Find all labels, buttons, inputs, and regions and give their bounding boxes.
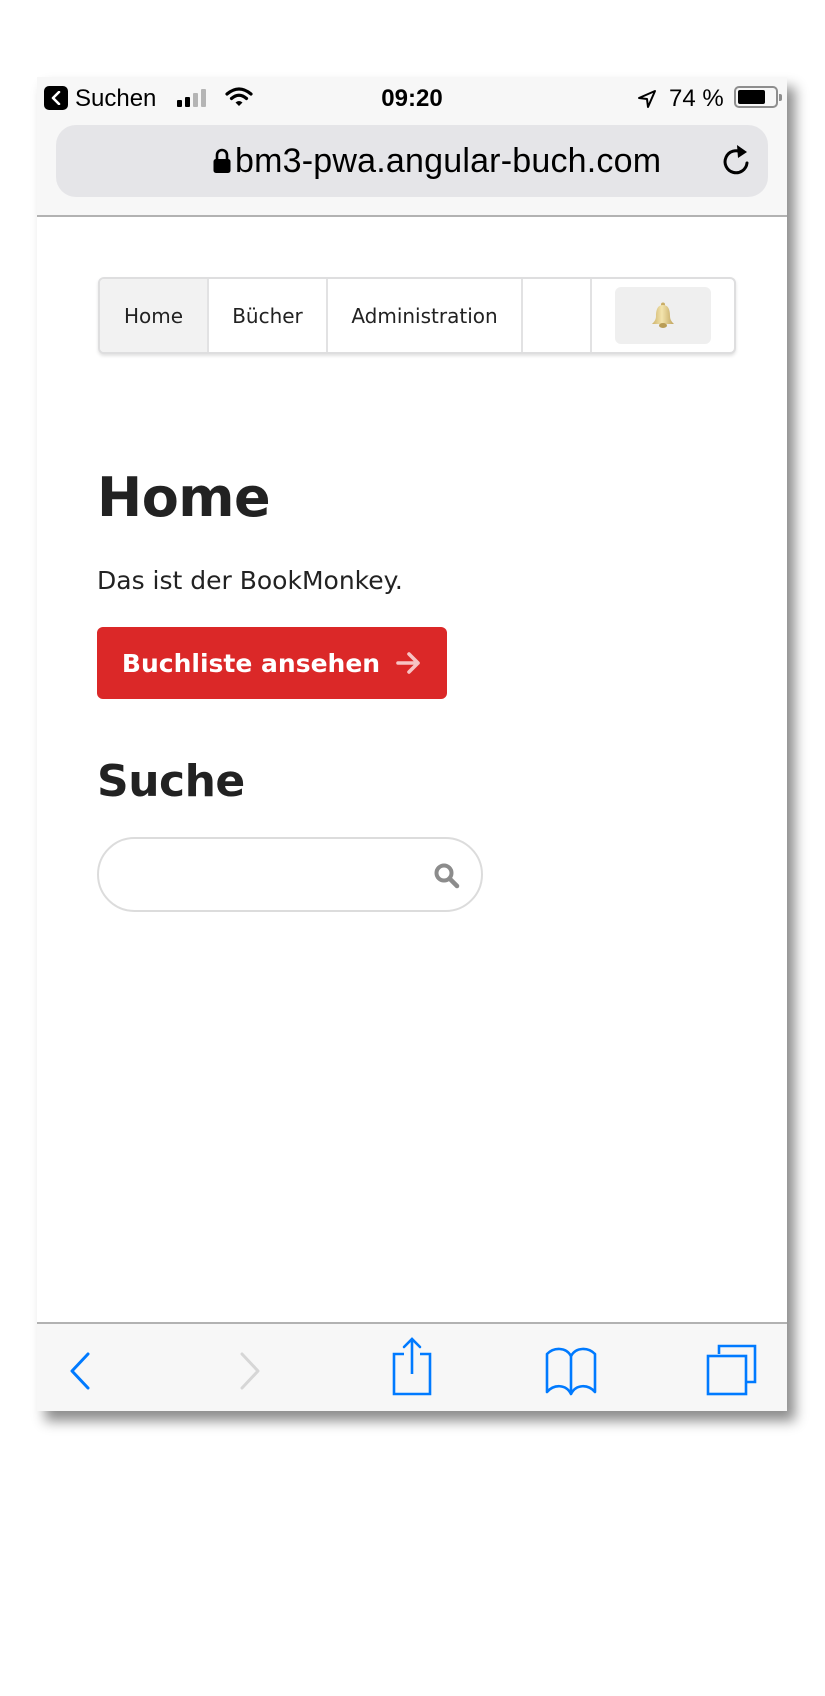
battery-level-fill bbox=[738, 90, 765, 104]
nav-item-books[interactable]: Bücher bbox=[209, 279, 328, 352]
lock-icon bbox=[213, 148, 231, 173]
search-input[interactable] bbox=[123, 849, 423, 901]
share-icon bbox=[392, 1337, 432, 1396]
battery-icon bbox=[734, 86, 782, 108]
tabs-button[interactable] bbox=[705, 1343, 759, 1397]
view-booklist-button[interactable]: Buchliste ansehen bbox=[97, 627, 447, 699]
chevron-right-icon bbox=[240, 1352, 260, 1390]
url-text[interactable]: bm3-pwa.angular-buch.com bbox=[235, 142, 661, 181]
nav-item-empty[interactable] bbox=[523, 279, 592, 352]
main-menu: Home Bücher Administration bbox=[98, 277, 736, 354]
location-arrow-icon bbox=[638, 90, 656, 108]
battery-nub bbox=[779, 94, 782, 101]
chevron-left-icon bbox=[70, 1352, 90, 1390]
reload-icon[interactable] bbox=[720, 143, 752, 179]
page-title: Home bbox=[97, 466, 271, 529]
browser-toolbar bbox=[37, 1322, 787, 1411]
nav-item-home[interactable]: Home bbox=[100, 279, 209, 352]
forward-button[interactable] bbox=[238, 1352, 262, 1390]
bell-icon bbox=[652, 302, 674, 328]
battery-percentage: 74 % bbox=[669, 85, 724, 112]
back-button[interactable] bbox=[68, 1352, 92, 1390]
search-heading: Suche bbox=[97, 756, 245, 807]
book-icon bbox=[545, 1347, 597, 1396]
status-bar: Suchen 09:20 74 % bbox=[37, 77, 787, 117]
arrow-right-icon bbox=[396, 652, 420, 674]
page-content: Home Bücher Administration Home Das ist … bbox=[37, 219, 787, 1322]
search-field bbox=[97, 837, 483, 912]
phone-screen: Suchen 09:20 74 % bm3-pwa.angular-buch.c… bbox=[37, 77, 787, 1411]
share-button[interactable] bbox=[390, 1336, 434, 1398]
address-bar[interactable]: bm3-pwa.angular-buch.com bbox=[56, 125, 768, 197]
nav-item-notifications bbox=[592, 279, 734, 352]
search-icon[interactable] bbox=[433, 862, 461, 890]
notifications-button[interactable] bbox=[615, 287, 711, 344]
tabs-icon bbox=[706, 1344, 757, 1396]
nav-item-administration[interactable]: Administration bbox=[328, 279, 523, 352]
intro-text: Das ist der BookMonkey. bbox=[97, 566, 403, 595]
bookmarks-button[interactable] bbox=[544, 1344, 598, 1398]
view-booklist-label: Buchliste ansehen bbox=[121, 648, 381, 678]
browser-address-area: bm3-pwa.angular-buch.com bbox=[37, 117, 787, 217]
